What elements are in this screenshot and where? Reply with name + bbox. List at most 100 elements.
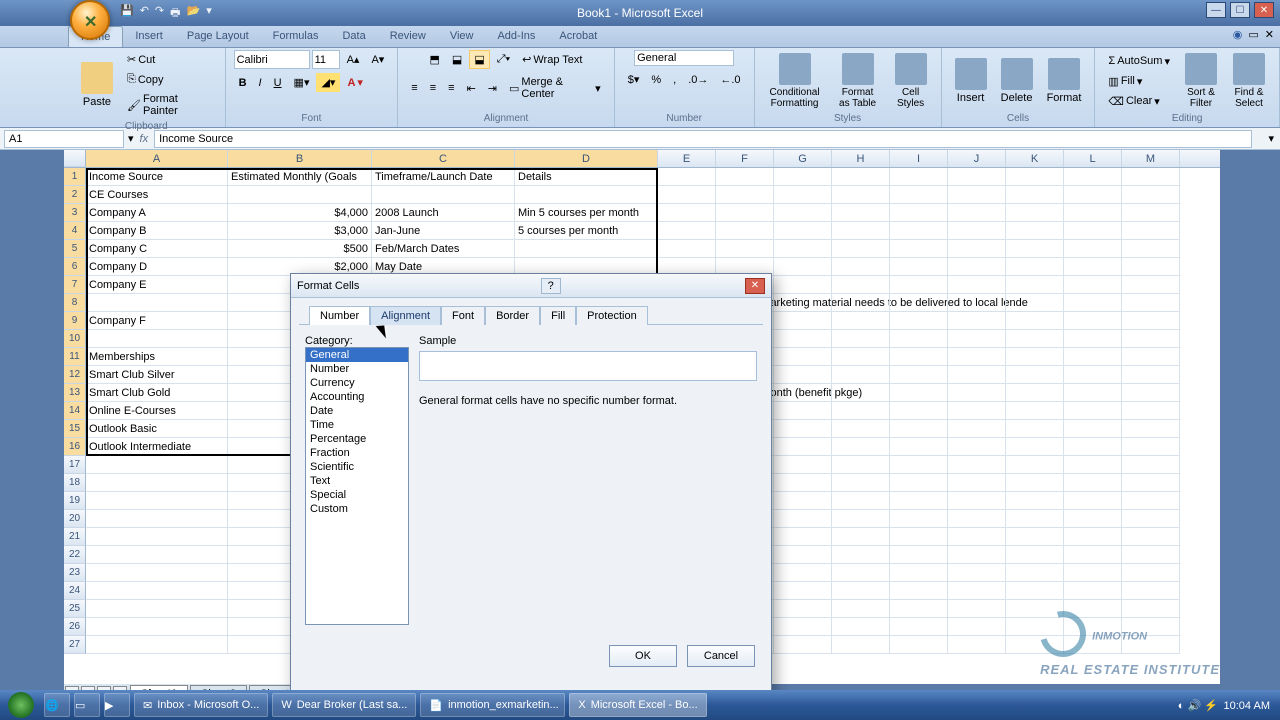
format-cells-button[interactable]: Format: [1042, 55, 1087, 107]
indent-inc-button[interactable]: ⇥: [483, 73, 502, 103]
category-item[interactable]: General: [306, 348, 408, 362]
cell[interactable]: [832, 366, 890, 384]
cell[interactable]: [1006, 546, 1064, 564]
category-item[interactable]: Date: [306, 404, 408, 418]
cell[interactable]: [716, 204, 774, 222]
cell[interactable]: [1006, 258, 1064, 276]
cell[interactable]: [1064, 168, 1122, 186]
cell[interactable]: [890, 510, 948, 528]
cell[interactable]: [1006, 456, 1064, 474]
cell[interactable]: [1122, 312, 1180, 330]
clear-button[interactable]: ⌫Clear▾: [1103, 92, 1175, 111]
cell[interactable]: [1006, 402, 1064, 420]
row-header[interactable]: 1: [64, 168, 86, 186]
cell[interactable]: [658, 186, 716, 204]
cell[interactable]: [948, 276, 1006, 294]
cell[interactable]: [890, 186, 948, 204]
cell[interactable]: [1006, 168, 1064, 186]
grid-row[interactable]: 4Company B$3,000Jan-June5 courses per mo…: [64, 222, 1220, 240]
indent-dec-button[interactable]: ⇤: [462, 73, 481, 103]
cell[interactable]: [774, 240, 832, 258]
cell[interactable]: [1122, 582, 1180, 600]
autosum-button[interactable]: ΣAutoSum▾: [1103, 52, 1175, 71]
cell[interactable]: $500: [228, 240, 372, 258]
category-item[interactable]: Currency: [306, 376, 408, 390]
row-header[interactable]: 7: [64, 276, 86, 294]
cell[interactable]: [832, 492, 890, 510]
ribbon-minimize-icon[interactable]: ▭: [1248, 28, 1258, 45]
cell[interactable]: [86, 618, 228, 636]
cell[interactable]: [1122, 258, 1180, 276]
start-button[interactable]: [0, 690, 42, 720]
cell[interactable]: [1006, 528, 1064, 546]
cell[interactable]: [774, 510, 832, 528]
cell[interactable]: [1006, 240, 1064, 258]
select-all[interactable]: [64, 150, 86, 167]
cell[interactable]: [832, 600, 890, 618]
cell[interactable]: [948, 456, 1006, 474]
font-name-input[interactable]: [234, 50, 310, 69]
cell[interactable]: [890, 276, 948, 294]
dialog-tab-protection[interactable]: Protection: [576, 306, 648, 325]
cell[interactable]: [774, 366, 832, 384]
quick-launch-desktop[interactable]: ▭: [74, 693, 100, 717]
cell[interactable]: [86, 600, 228, 618]
insert-cells-button[interactable]: Insert: [950, 55, 992, 107]
cell[interactable]: [1122, 402, 1180, 420]
cell[interactable]: [658, 240, 716, 258]
row-header[interactable]: 19: [64, 492, 86, 510]
cell[interactable]: [1122, 636, 1180, 654]
merge-center-button[interactable]: ▭Merge & Center▾: [504, 73, 606, 103]
cell[interactable]: [890, 240, 948, 258]
cell[interactable]: Min 5 courses per month: [515, 204, 658, 222]
cell[interactable]: [1122, 294, 1180, 312]
tab-view[interactable]: View: [438, 26, 486, 47]
cell[interactable]: [86, 636, 228, 654]
col-header-f[interactable]: F: [716, 150, 774, 167]
format-table-button[interactable]: Format as Table: [831, 50, 885, 112]
cell[interactable]: [774, 384, 832, 402]
cell[interactable]: [774, 348, 832, 366]
cell[interactable]: [1006, 276, 1064, 294]
cell[interactable]: [948, 402, 1006, 420]
cell[interactable]: [228, 186, 372, 204]
cell[interactable]: [774, 528, 832, 546]
col-header-c[interactable]: C: [372, 150, 515, 167]
cell[interactable]: [890, 618, 948, 636]
cell[interactable]: [1122, 168, 1180, 186]
row-header[interactable]: 10: [64, 330, 86, 348]
cell[interactable]: [890, 204, 948, 222]
cell[interactable]: [1006, 510, 1064, 528]
cell[interactable]: [890, 582, 948, 600]
tab-addins[interactable]: Add-Ins: [485, 26, 547, 47]
ok-button[interactable]: OK: [609, 645, 677, 667]
cell[interactable]: [890, 474, 948, 492]
cell[interactable]: [890, 258, 948, 276]
cell[interactable]: [832, 222, 890, 240]
system-tray[interactable]: ◐ 🔊 ⚡ 10:04 AM: [1168, 699, 1280, 712]
cell[interactable]: [1006, 582, 1064, 600]
quick-launch-media[interactable]: ▶: [104, 693, 130, 717]
cell[interactable]: [832, 330, 890, 348]
quick-launch-ie[interactable]: 🌐: [44, 693, 70, 717]
row-header[interactable]: 4: [64, 222, 86, 240]
dialog-tab-fill[interactable]: Fill: [540, 306, 576, 325]
cell[interactable]: [832, 276, 890, 294]
cell[interactable]: [1006, 600, 1064, 618]
dialog-tab-font[interactable]: Font: [441, 306, 485, 325]
category-item[interactable]: Special: [306, 488, 408, 502]
cell[interactable]: [1122, 222, 1180, 240]
comma-button[interactable]: ,: [668, 70, 681, 89]
cell[interactable]: [658, 204, 716, 222]
cell[interactable]: [774, 294, 832, 312]
cell[interactable]: [948, 546, 1006, 564]
cell[interactable]: [1122, 384, 1180, 402]
tab-acrobat[interactable]: Acrobat: [547, 26, 609, 47]
cell[interactable]: [86, 582, 228, 600]
cell[interactable]: [832, 384, 890, 402]
grid-row[interactable]: 3Company A$4,0002008 LaunchMin 5 courses…: [64, 204, 1220, 222]
align-top-button[interactable]: ⬒: [425, 50, 445, 69]
cell[interactable]: [515, 240, 658, 258]
row-header[interactable]: 20: [64, 510, 86, 528]
category-item[interactable]: Accounting: [306, 390, 408, 404]
